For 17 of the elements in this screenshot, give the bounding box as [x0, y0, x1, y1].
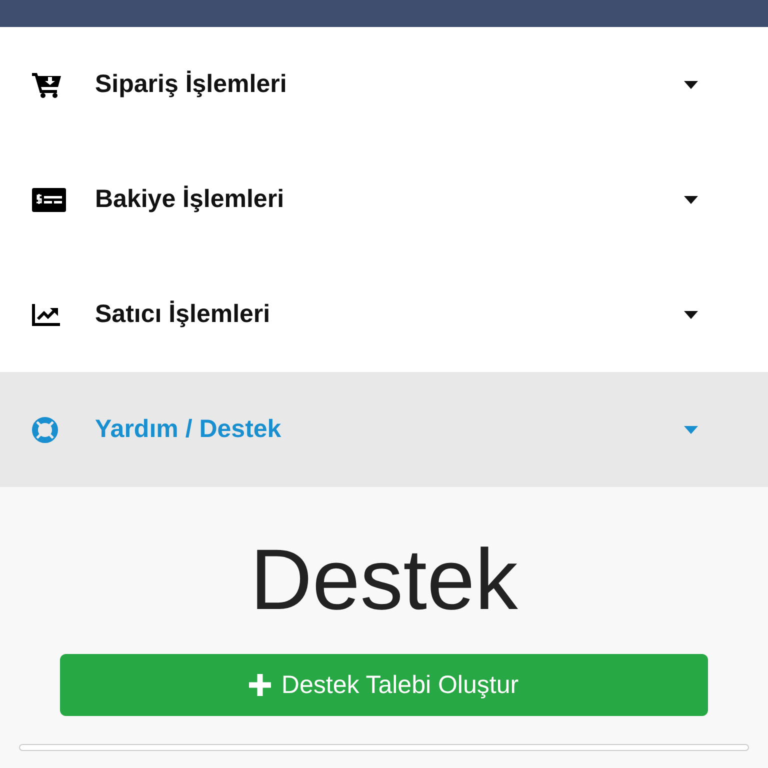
menu-item[interactable]: Bakiye İşlemleri — [0, 142, 768, 257]
plus-icon — [249, 674, 272, 696]
life-ring-icon — [32, 416, 58, 442]
menu-label: Sipariş İşlemleri — [95, 70, 288, 99]
menu-label: Bakiye İşlemleri — [95, 185, 286, 214]
money-card-icon — [32, 188, 66, 212]
caret-icon — [684, 426, 698, 434]
menu-label: Satıcı İşlemleri — [95, 300, 272, 329]
menu-item[interactable]: Satıcı İşlemleri — [0, 257, 768, 372]
caret-icon — [684, 80, 698, 88]
line-chart-icon — [32, 304, 60, 326]
page-heading: Destek — [250, 531, 518, 630]
caret-icon — [684, 196, 698, 204]
caret-icon — [684, 310, 698, 318]
cart-icon — [32, 72, 62, 98]
menu-label: Yardım / Destek — [95, 415, 282, 444]
menu-item[interactable]: Sipariş İşlemleri — [0, 27, 768, 142]
